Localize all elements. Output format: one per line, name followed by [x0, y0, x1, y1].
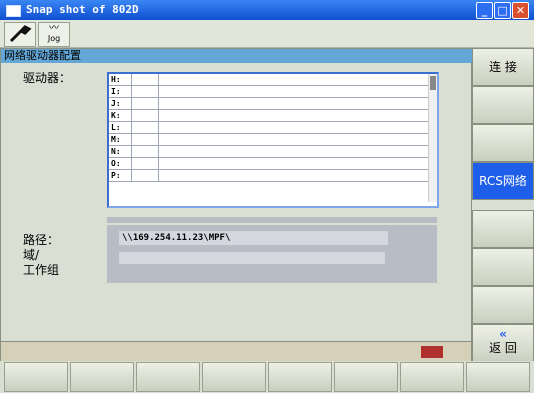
hsoftkey-7[interactable]	[400, 362, 464, 392]
divider	[107, 217, 437, 223]
app-icon	[6, 5, 21, 17]
maximize-icon[interactable]: □	[494, 2, 511, 19]
softkey-6[interactable]	[472, 248, 534, 286]
drive-letter: N:	[111, 147, 121, 156]
drive-list[interactable]: H: I: J: K: L: M: N: O: P:	[107, 72, 439, 208]
connect-button[interactable]: 连 接	[472, 48, 534, 86]
drive-row-k[interactable]: K:	[109, 110, 429, 122]
window-title: Snap shot of 802D	[26, 3, 139, 16]
jog-icon: 〰	[49, 23, 59, 34]
drive-letter: P:	[111, 171, 121, 180]
softkey-2[interactable]	[472, 86, 534, 124]
drive-letter: M:	[111, 135, 121, 144]
hsoftkey-3[interactable]	[136, 362, 200, 392]
back-label: 返 回	[489, 341, 517, 355]
rcs-network-button[interactable]: RCS网络	[472, 162, 534, 200]
drive-row-p[interactable]: P:	[109, 170, 429, 182]
drive-letter: I:	[111, 87, 121, 96]
workgroup-label: 工作组	[23, 263, 60, 277]
path-input[interactable]: \\169.254.11.23\MPF\	[119, 231, 388, 245]
back-arrows-icon: «	[499, 327, 507, 341]
drive-row-j[interactable]: J:	[109, 98, 429, 110]
title-bar: Snap shot of 802D _ □ ✕	[0, 0, 534, 20]
drive-label: 驱动器：	[23, 71, 72, 85]
hsoftkey-8[interactable]	[466, 362, 530, 392]
path-label: 路径：	[23, 233, 60, 247]
minimize-icon[interactable]: _	[476, 2, 493, 19]
panel-title: 网络驱动器配置	[1, 49, 474, 63]
hsoftkey-4[interactable]	[202, 362, 266, 392]
back-button[interactable]: « 返 回	[472, 324, 534, 364]
drive-row-n[interactable]: N:	[109, 146, 429, 158]
drive-letter: O:	[111, 159, 121, 168]
network-drive-panel: 网络驱动器配置 驱动器： H: I: J: K: L: M: N: O: P: …	[0, 48, 474, 342]
toolbar: 〰 Jog	[0, 20, 534, 48]
drive-row-m[interactable]: M:	[109, 134, 429, 146]
status-bar	[0, 341, 472, 363]
domain-input[interactable]	[119, 252, 385, 264]
drive-row-o[interactable]: O:	[109, 158, 429, 170]
jog-label: Jog	[47, 34, 61, 43]
drive-letter: K:	[111, 111, 121, 120]
softkey-7[interactable]	[472, 286, 534, 324]
hsoftkey-6[interactable]	[334, 362, 398, 392]
hsoftkey-1[interactable]	[4, 362, 68, 392]
domain-label: 域/	[23, 248, 40, 262]
drive-row-l[interactable]: L:	[109, 122, 429, 134]
drive-letter: H:	[111, 75, 121, 84]
drive-letter: L:	[111, 123, 121, 132]
wrench-icon[interactable]	[4, 22, 36, 47]
scroll-thumb[interactable]	[430, 76, 436, 90]
hsoftkey-5[interactable]	[268, 362, 332, 392]
softkey-3[interactable]	[472, 124, 534, 162]
drive-letter: J:	[111, 99, 121, 108]
rcs-status-icon	[421, 346, 443, 358]
drive-row-i[interactable]: I:	[109, 86, 429, 98]
close-icon[interactable]: ✕	[512, 2, 529, 19]
path-area: \\169.254.11.23\MPF\	[107, 225, 437, 283]
drive-list-scrollbar[interactable]	[428, 74, 437, 202]
softkey-5[interactable]	[472, 210, 534, 248]
drive-row-h[interactable]: H:	[109, 74, 429, 86]
hsoftkey-2[interactable]	[70, 362, 134, 392]
jog-button[interactable]: 〰 Jog	[38, 22, 70, 47]
